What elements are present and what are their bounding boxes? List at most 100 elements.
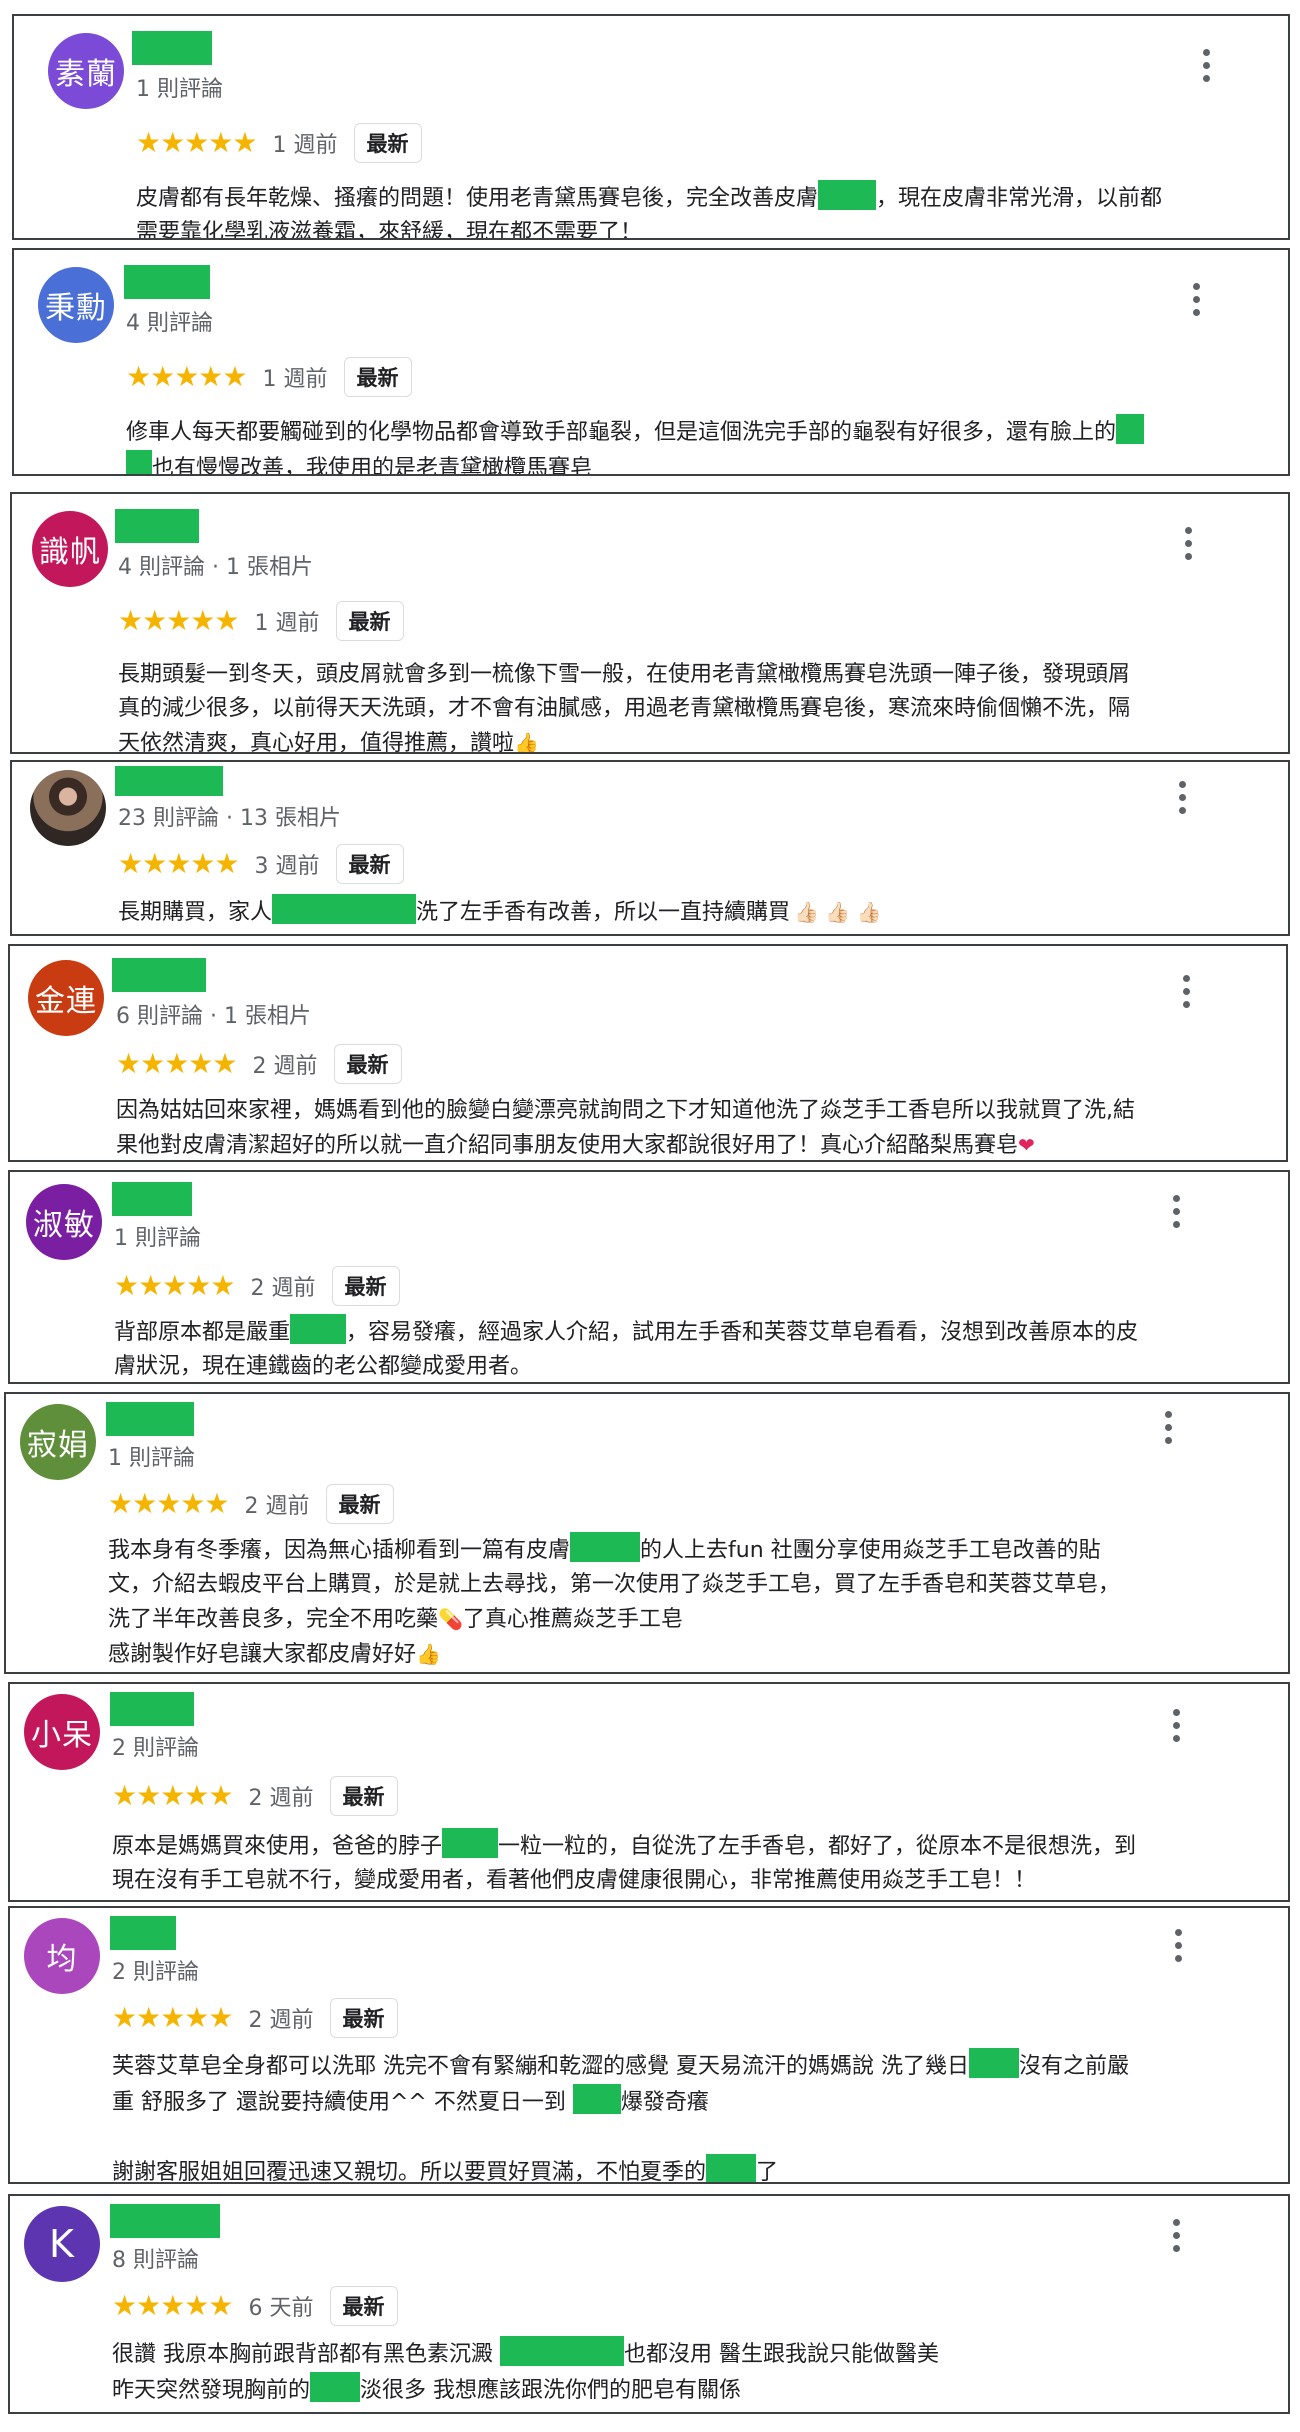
redaction: [1116, 414, 1145, 444]
review-count: 4 則評論 · 1 張相片: [118, 555, 313, 580]
avatar[interactable]: 識帆: [32, 511, 108, 587]
review-time: 2 週前: [248, 2008, 314, 2033]
redaction: [126, 450, 152, 474]
review-card: 秉勳 4 則評論 ★★★★★ 1 週前 最新 修車人每天都要觸碰到的化學物品都會…: [12, 248, 1290, 476]
review-time: 3 週前: [254, 854, 320, 879]
review-count: 6 則評論 · 1 張相片: [116, 1004, 311, 1029]
reviewer-name-redacted[interactable]: [112, 958, 206, 992]
reviewer-name-redacted[interactable]: [110, 2204, 220, 2238]
review-text: 我本身有冬季癢，因為無心插柳看到一篇有皮膚 的人上去fun 社團分享使用焱芝手工皂…: [108, 1532, 1266, 1672]
avatar[interactable]: 金連: [28, 960, 104, 1036]
redaction: [500, 2336, 624, 2366]
review-time: 1 週前: [272, 133, 338, 158]
star-rating: ★★★★★: [118, 604, 240, 637]
reviewer-name-redacted[interactable]: [112, 1182, 192, 1216]
review-card: 23 則評論 · 13 張相片 ★★★★★ 3 週前 最新 長期購買，家人 洗了左…: [10, 760, 1290, 936]
heart-icon: ❤: [1018, 1133, 1035, 1157]
review-card: 素蘭 1 則評論 ★★★★★ 1 週前 最新 皮膚都有長年乾燥、搔癢的問題！使用…: [12, 14, 1290, 240]
rating-row: ★★★★★ 1 週前 最新: [118, 601, 404, 641]
avatar[interactable]: 均: [24, 1918, 100, 1994]
review-text: 修車人每天都要觸碰到的化學物品都會導致手部龜裂，但是這個洗完手部的龜裂有好很多，…: [126, 414, 1266, 474]
reviewer-name-redacted[interactable]: [110, 1692, 194, 1726]
star-rating: ★★★★★: [116, 1047, 238, 1080]
redaction: [570, 1532, 641, 1562]
star-rating: ★★★★★: [118, 847, 240, 880]
reviewer-name-redacted[interactable]: [132, 31, 212, 65]
newest-badge[interactable]: 最新: [343, 357, 412, 397]
newest-badge[interactable]: 最新: [333, 1044, 402, 1084]
review-card: 寂娟 1 則評論 ★★★★★ 2 週前 最新 我本身有冬季癢，因為無心插柳看到一…: [4, 1392, 1290, 1674]
more-options-icon[interactable]: [1178, 972, 1194, 1012]
star-rating: ★★★★★: [112, 2289, 234, 2322]
rating-row: ★★★★★ 1 週前 最新: [126, 357, 412, 397]
review-time: 2 週前: [252, 1054, 318, 1079]
rating-row: ★★★★★ 2 週前 最新: [112, 1776, 398, 1816]
redaction: [706, 2154, 757, 2182]
rating-row: ★★★★★ 2 週前 最新: [112, 1998, 398, 2038]
more-options-icon[interactable]: [1168, 1192, 1184, 1232]
review-text: 因為姑姑回來家裡，媽媽看到他的臉變白變漂亮就詢問之下才知道他洗了焱芝手工香皂所以…: [116, 1098, 1135, 1158]
review-count: 1 則評論: [136, 77, 223, 102]
more-options-icon[interactable]: [1168, 2216, 1184, 2256]
review-count: 2 則評論: [112, 1960, 199, 1985]
review-card: 均 2 則評論 ★★★★★ 2 週前 最新 芙蓉艾草皂全身都可以洗耶 洗完不會有…: [8, 1906, 1290, 2184]
review-text: 背部原本都是嚴重 ，容易發癢，經過家人介紹，試用左手香和芙蓉艾草皂看看，沒想到改善…: [114, 1314, 1266, 1382]
newest-badge[interactable]: 最新: [329, 1776, 398, 1816]
more-options-icon[interactable]: [1170, 1926, 1186, 1966]
rating-row: ★★★★★ 1 週前 最新: [136, 123, 422, 163]
redaction: [442, 1828, 499, 1858]
newest-badge[interactable]: 最新: [329, 2286, 398, 2326]
review-text: 原本是媽媽買來使用，爸爸的脖子 一粒一粒的，自從洗了左手香皂，都好了，從原本不是很…: [112, 1828, 1266, 1898]
more-options-icon[interactable]: [1160, 1408, 1176, 1448]
newest-badge[interactable]: 最新: [335, 844, 404, 884]
reviewer-name-redacted[interactable]: [106, 1402, 194, 1436]
more-options-icon[interactable]: [1174, 778, 1190, 818]
avatar-photo[interactable]: [30, 770, 106, 846]
rating-row: ★★★★★ 2 週前 最新: [108, 1484, 394, 1524]
newest-badge[interactable]: 最新: [325, 1484, 394, 1524]
review-time: 2 週前: [244, 1494, 310, 1519]
review-count: 8 則評論: [112, 2248, 199, 2273]
newest-badge[interactable]: 最新: [335, 601, 404, 641]
more-options-icon[interactable]: [1168, 1706, 1184, 1746]
newest-badge[interactable]: 最新: [353, 123, 422, 163]
redaction: [968, 2048, 1019, 2078]
more-options-icon[interactable]: [1180, 524, 1196, 564]
star-rating: ★★★★★: [112, 2001, 234, 2034]
review-count: 1 則評論: [108, 1446, 195, 1471]
review-text: 芙蓉艾草皂全身都可以洗耶 洗完不會有緊繃和乾澀的感覺 夏天易流汗的媽媽說 洗了幾…: [112, 2048, 1266, 2182]
avatar[interactable]: 淑敏: [26, 1184, 102, 1260]
review-time: 6 天前: [248, 2296, 314, 2321]
newest-badge[interactable]: 最新: [331, 1266, 400, 1306]
review-count: 4 則評論: [126, 311, 213, 336]
review-card: 識帆 4 則評論 · 1 張相片 ★★★★★ 1 週前 最新 長期頭髮一到冬天，…: [10, 492, 1290, 754]
reviewer-name-redacted[interactable]: [115, 509, 199, 543]
avatar[interactable]: 小呆: [24, 1694, 100, 1770]
review-count: 23 則評論 · 13 張相片: [118, 806, 341, 831]
newest-badge[interactable]: 最新: [329, 1998, 398, 2038]
review-text: 長期購買，家人 洗了左手香有改善，所以一直持續購買 👍🏻 👍🏻 👍🏻: [118, 894, 1266, 930]
reviewer-name-redacted[interactable]: [115, 766, 223, 796]
review-count: 2 則評論: [112, 1736, 199, 1761]
more-options-icon[interactable]: [1198, 46, 1214, 86]
avatar[interactable]: K: [24, 2206, 100, 2282]
review-card: K 8 則評論 ★★★★★ 6 天前 最新 很讚 我原本胸前跟背部都有黑色素沉澱…: [8, 2194, 1290, 2414]
redaction: [818, 180, 877, 210]
review-text: 皮膚都有長年乾燥、搔癢的問題！使用老青黛馬賽皂後，完全改善皮膚 ，現在皮膚非常光滑…: [136, 180, 1266, 238]
reviewer-name-redacted[interactable]: [110, 1916, 176, 1950]
star-rating: ★★★★★: [136, 126, 258, 159]
avatar[interactable]: 素蘭: [48, 33, 124, 109]
reviewer-name-redacted[interactable]: [124, 265, 210, 299]
star-rating: ★★★★★: [114, 1269, 236, 1302]
review-card: 小呆 2 則評論 ★★★★★ 2 週前 最新 原本是媽媽買來使用，爸爸的脖子 一粒…: [8, 1682, 1290, 1902]
star-rating: ★★★★★: [126, 360, 248, 393]
rating-row: ★★★★★ 6 天前 最新: [112, 2286, 398, 2326]
review-text: 長期頭髮一到冬天，頭皮屑就會多到一梳像下雪一般，在使用老青黛橄欖馬賽皂洗頭一陣子…: [118, 662, 1131, 754]
review-time: 2 週前: [250, 1276, 316, 1301]
redaction: [572, 2084, 621, 2114]
avatar[interactable]: 寂娟: [20, 1404, 96, 1480]
rating-row: ★★★★★ 2 週前 最新: [116, 1044, 402, 1084]
avatar[interactable]: 秉勳: [38, 267, 114, 343]
thumbs-up-icon: 👍: [514, 731, 539, 754]
more-options-icon[interactable]: [1188, 280, 1204, 320]
